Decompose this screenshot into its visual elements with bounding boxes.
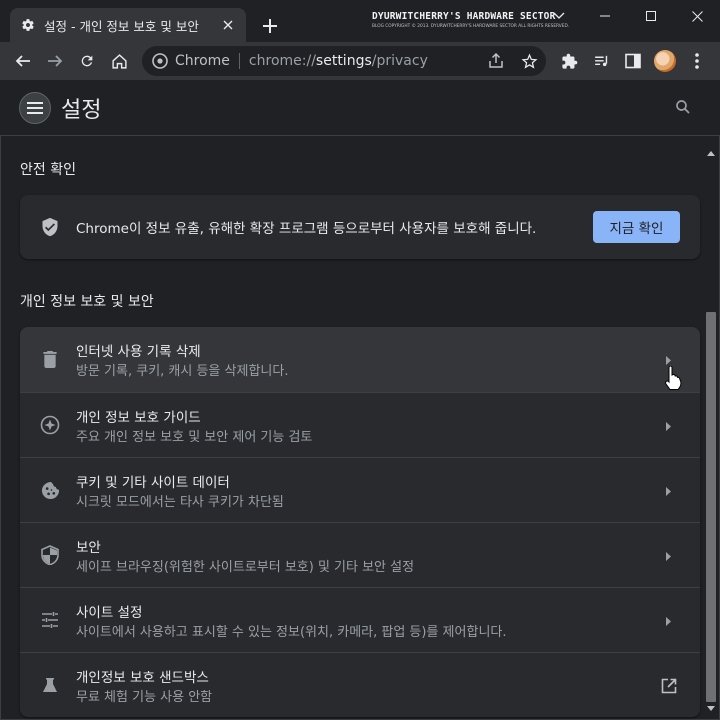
share-icon	[489, 53, 503, 68]
trash-icon	[40, 349, 60, 369]
row-title: 쿠키 및 기타 사이트 데이터	[76, 475, 230, 491]
watermark: DYURWITCHERRY'S HARDWARE SECTOR BLOG COP…	[372, 11, 570, 29]
search-icon	[676, 100, 690, 114]
search-button[interactable]	[674, 98, 694, 118]
reload-icon	[81, 55, 93, 67]
row-title: 사이트 설정	[76, 605, 143, 621]
back-arrow-icon	[15, 55, 30, 67]
plus-icon	[263, 19, 277, 33]
security-row[interactable]: 보안 세이프 브라우징(위험한 사이트로부터 보호) 및 기타 보안 설정	[20, 522, 700, 587]
watermark-title: DYURWITCHERRY'S HARDWARE SECTOR	[372, 11, 556, 22]
clear-browsing-data-row[interactable]: 인터넷 사용 기록 삭제 방문 기록, 쿠키, 캐시 등을 삭제합니다.	[20, 327, 700, 392]
chevron-down-icon	[553, 12, 565, 19]
row-title: 보안	[76, 540, 101, 556]
music-queue-icon	[594, 55, 607, 66]
scroll-up-arrow-icon[interactable]	[707, 141, 715, 160]
safety-check-heading: 안전 확인	[20, 162, 76, 178]
media-controls-button[interactable]	[587, 47, 615, 75]
new-tab-button[interactable]	[258, 14, 282, 38]
cookies-row[interactable]: 쿠키 및 기타 사이트 데이터 시크릿 모드에서는 타사 쿠키가 차단됨	[20, 457, 700, 522]
chrome-logo-icon	[152, 53, 168, 69]
home-button[interactable]	[105, 47, 133, 75]
minimize-button[interactable]	[582, 0, 628, 32]
row-title: 개인정보 보호 샌드박스	[76, 670, 209, 686]
arrow-right-icon	[660, 483, 676, 499]
open-external-icon	[660, 677, 678, 695]
flask-icon	[40, 675, 60, 695]
tab-title: 설정 - 개인 정보 보호 및 보안	[44, 18, 199, 34]
address-bar[interactable]: Chrome chrome://settings/privacy	[142, 46, 546, 76]
gear-icon	[20, 17, 36, 33]
maximize-icon	[646, 11, 656, 21]
close-icon[interactable]	[220, 17, 236, 33]
compass-icon	[40, 415, 60, 435]
check-now-button[interactable]: 지금 확인	[593, 211, 680, 243]
watermark-copyright: BLOG COPYRIGHT © 2013. DYURWITCHERRY'S H…	[372, 23, 570, 29]
tab-strip: 설정 - 개인 정보 보호 및 보안 DYURWITCHERRY'S HARDW…	[0, 0, 720, 42]
chip-divider	[238, 53, 240, 69]
minimize-icon	[600, 15, 610, 17]
safety-check-text: Chrome이 정보 유출, 유해한 확장 프로그램 등으로부터 사용자를 보호…	[76, 221, 537, 237]
close-window-button[interactable]	[674, 0, 720, 32]
arrow-right-icon	[660, 548, 676, 564]
more-vert-icon	[695, 53, 699, 69]
shield-check-icon	[40, 217, 60, 241]
row-subtitle: 무료 체험 기능 사용 안함	[76, 690, 213, 705]
tab-settings[interactable]: 설정 - 개인 정보 보호 및 보안	[10, 8, 246, 42]
cookie-icon	[40, 480, 60, 500]
hamburger-icon	[27, 102, 43, 114]
settings-header: 설정	[0, 80, 720, 136]
row-title: 인터넷 사용 기록 삭제	[76, 344, 201, 360]
home-icon	[111, 53, 127, 69]
maximize-button[interactable]	[628, 0, 674, 32]
site-settings-row[interactable]: 사이트 설정 사이트에서 사용하고 표시할 수 있는 정보(위치, 카메라, 팝…	[20, 587, 700, 652]
scroll-down-arrow-icon[interactable]	[707, 696, 715, 715]
row-title: 개인 정보 보호 가이드	[76, 410, 201, 426]
settings-menu-button[interactable]	[19, 92, 51, 124]
close-window-icon	[691, 10, 703, 22]
profile-avatar[interactable]	[654, 50, 676, 72]
page-title: 설정	[61, 98, 102, 123]
privacy-sandbox-row[interactable]: 개인정보 보호 샌드박스 무료 체험 기능 사용 안함	[20, 652, 700, 717]
bookmark-button[interactable]	[519, 51, 539, 71]
chrome-menu-button[interactable]	[683, 47, 711, 75]
reload-button[interactable]	[73, 47, 101, 75]
share-button[interactable]	[486, 51, 506, 71]
star-icon	[521, 52, 537, 69]
forward-button[interactable]	[41, 47, 69, 75]
extensions-button[interactable]	[555, 47, 583, 75]
puzzle-icon	[561, 53, 577, 69]
arrow-right-icon	[660, 418, 676, 434]
arrow-right-icon	[660, 613, 676, 629]
row-subtitle: 사이트에서 사용하고 표시할 수 있는 정보(위치, 카메라, 팝업 등)를 제…	[76, 625, 507, 640]
side-panel-icon	[625, 53, 641, 69]
toolbar: Chrome chrome://settings/privacy	[0, 42, 720, 80]
row-subtitle: 시크릿 모드에서는 타사 쿠키가 차단됨	[76, 495, 284, 510]
back-button[interactable]	[9, 47, 37, 75]
url-text[interactable]: chrome://settings/privacy	[249, 53, 428, 69]
safety-check-card: Chrome이 정보 유출, 유해한 확장 프로그램 등으로부터 사용자를 보호…	[20, 195, 700, 259]
side-panel-button[interactable]	[619, 47, 647, 75]
row-subtitle: 주요 개인 정보 보호 및 보안 제어 기능 검토	[76, 430, 313, 445]
forward-arrow-icon	[48, 55, 63, 67]
tune-icon	[40, 610, 60, 630]
privacy-guide-row[interactable]: 개인 정보 보호 가이드 주요 개인 정보 보호 및 보안 제어 기능 검토	[20, 392, 700, 457]
security-chip[interactable]: Chrome	[175, 53, 230, 69]
tab-search-button[interactable]	[536, 0, 582, 32]
scrollbar-thumb[interactable]	[706, 312, 716, 702]
security-shield-icon	[40, 545, 60, 565]
row-subtitle: 세이프 브라우징(위험한 사이트로부터 보호) 및 기타 보안 설정	[76, 560, 415, 575]
hand-cursor-icon	[664, 365, 682, 394]
privacy-security-heading: 개인 정보 보호 및 보안	[20, 294, 154, 310]
row-subtitle: 방문 기록, 쿠키, 캐시 등을 삭제합니다.	[76, 364, 289, 379]
settings-content: 안전 확인 Chrome이 정보 유출, 유해한 확장 프로그램 등으로부터 사…	[0, 137, 704, 720]
scrollbar[interactable]	[704, 137, 718, 719]
privacy-security-card: 인터넷 사용 기록 삭제 방문 기록, 쿠키, 캐시 등을 삭제합니다. 개인 …	[20, 327, 700, 717]
